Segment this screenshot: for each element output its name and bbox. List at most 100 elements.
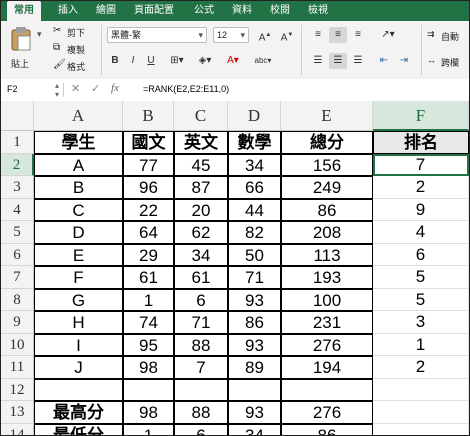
table-cell[interactable]: 34 [174, 243, 228, 266]
summary-cell[interactable]: 276 [281, 401, 373, 424]
table-cell[interactable]: 62 [174, 221, 228, 244]
table-cell[interactable]: 231 [281, 311, 373, 334]
tab-page-layout[interactable]: 頁面配置 [129, 1, 179, 21]
summary-cell[interactable]: 最高分 [34, 401, 123, 424]
table-cell[interactable]: 98 [123, 356, 174, 379]
table-cell[interactable]: B [34, 176, 123, 199]
table-cell[interactable]: 86 [281, 198, 373, 221]
table-cell[interactable]: C [34, 198, 123, 221]
column-header-f[interactable]: F [373, 101, 469, 131]
font-color-icon[interactable]: A▾ [221, 53, 245, 69]
cut-button[interactable]: ✂ 剪下 [53, 25, 97, 39]
table-cell[interactable]: 77 [123, 153, 174, 176]
table-header-cell[interactable]: 英文 [174, 131, 228, 154]
decrease-indent-icon[interactable]: ⇤ [375, 53, 393, 69]
table-header-cell[interactable]: 國文 [123, 131, 174, 154]
merge-center-button[interactable]: ↔ 跨欄 [427, 55, 469, 69]
summary-cell[interactable]: 88 [174, 401, 228, 424]
table-cell[interactable]: 22 [123, 198, 174, 221]
tab-formulas[interactable]: 公式 [189, 1, 219, 21]
empty-cell[interactable] [228, 378, 281, 401]
summary-cell[interactable]: 1 [123, 423, 174, 435]
table-cell[interactable]: 9 [373, 198, 469, 221]
table-cell[interactable]: 2 [373, 356, 469, 379]
table-cell[interactable]: 45 [174, 153, 228, 176]
empty-cell[interactable] [373, 401, 469, 424]
column-header-a[interactable]: A [34, 101, 123, 131]
formula-input[interactable]: =RANK(E2,E2:E11,0) [143, 84, 229, 94]
summary-cell[interactable]: 最低分 [34, 423, 123, 435]
table-cell[interactable]: J [34, 356, 123, 379]
table-cell[interactable]: 5 [373, 266, 469, 289]
table-cell[interactable]: 61 [174, 266, 228, 289]
row-header-5[interactable]: 5 [1, 221, 34, 244]
tab-home[interactable]: 常用 [7, 1, 41, 21]
tab-draw[interactable]: 繪圖 [91, 1, 121, 21]
row-header-12[interactable]: 12 [1, 378, 34, 401]
table-cell[interactable]: 50 [228, 243, 281, 266]
table-cell[interactable]: 71 [174, 311, 228, 334]
paste-button[interactable]: 貼上 [7, 25, 35, 73]
bold-button[interactable]: B [107, 53, 123, 69]
table-header-cell[interactable]: 學生 [34, 131, 123, 154]
worksheet-grid[interactable]: A B C D E F 1 2 3 4 5 6 7 8 9 10 11 12 13 14 學生 國文 英文 數學 總分 排名 A 77… [1, 101, 469, 435]
name-box[interactable]: F2 ▴ ▾ [5, 81, 59, 99]
table-cell[interactable]: G [34, 288, 123, 311]
row-header-13[interactable]: 13 [1, 401, 34, 424]
table-cell[interactable]: 93 [228, 288, 281, 311]
table-cell[interactable]: F [34, 266, 123, 289]
empty-cell[interactable] [373, 378, 469, 401]
row-header-9[interactable]: 9 [1, 311, 34, 334]
summary-cell[interactable]: 86 [281, 423, 373, 435]
table-cell[interactable]: 100 [281, 288, 373, 311]
enter-check-icon[interactable]: ✓ [91, 82, 100, 95]
table-cell[interactable]: E [34, 243, 123, 266]
table-cell[interactable]: 71 [228, 266, 281, 289]
format-painter-button[interactable]: 🖌 格式 [53, 59, 97, 73]
summary-cell[interactable]: 34 [228, 423, 281, 435]
summary-cell[interactable]: 6 [174, 423, 228, 435]
wrap-text-button[interactable]: ⇉ 自動 [427, 29, 469, 43]
table-cell[interactable]: 194 [281, 356, 373, 379]
table-cell[interactable]: 82 [228, 221, 281, 244]
align-bottom-icon[interactable]: ≡ [349, 27, 367, 43]
empty-cell[interactable] [123, 378, 174, 401]
table-header-cell[interactable]: 總分 [281, 131, 373, 154]
table-cell[interactable]: 34 [228, 153, 281, 176]
table-header-cell[interactable]: 數學 [228, 131, 281, 154]
table-cell[interactable]: 66 [228, 176, 281, 199]
table-cell[interactable]: I [34, 333, 123, 356]
table-cell[interactable]: 6 [373, 243, 469, 266]
table-cell[interactable]: 1 [373, 333, 469, 356]
select-all-corner[interactable] [1, 101, 34, 131]
table-cell[interactable]: 86 [228, 311, 281, 334]
table-cell[interactable]: 1 [123, 288, 174, 311]
table-cell[interactable]: 96 [123, 176, 174, 199]
summary-cell[interactable]: 93 [228, 401, 281, 424]
empty-cell[interactable] [34, 378, 123, 401]
align-left-icon[interactable]: ☰ [309, 53, 327, 69]
active-cell-f2[interactable]: 7 [373, 153, 469, 176]
font-name-select[interactable]: 黑體-繁 ▾ [107, 27, 207, 43]
chevron-down-icon[interactable]: ▾ [37, 29, 42, 40]
decrease-font-size-icon[interactable]: A▼ [277, 27, 297, 43]
italic-button[interactable]: I [125, 53, 141, 69]
row-header-14[interactable]: 14 [1, 423, 34, 435]
tab-review[interactable]: 校閱 [265, 1, 295, 21]
fill-color-icon[interactable]: ◈▾ [193, 53, 217, 69]
borders-icon[interactable]: ⊞▾ [165, 53, 189, 69]
row-header-4[interactable]: 4 [1, 198, 34, 221]
table-cell[interactable]: D [34, 221, 123, 244]
increase-indent-icon[interactable]: ⇥ [395, 53, 413, 69]
underline-button[interactable]: U [143, 53, 159, 69]
table-cell[interactable]: 5 [373, 288, 469, 311]
table-cell[interactable]: 87 [174, 176, 228, 199]
table-cell[interactable]: 64 [123, 221, 174, 244]
table-cell[interactable]: 95 [123, 333, 174, 356]
table-cell[interactable]: 276 [281, 333, 373, 356]
row-header-3[interactable]: 3 [1, 176, 34, 199]
table-cell[interactable]: 156 [281, 153, 373, 176]
empty-cell[interactable] [373, 423, 469, 435]
summary-cell[interactable]: 98 [123, 401, 174, 424]
table-cell[interactable]: 29 [123, 243, 174, 266]
